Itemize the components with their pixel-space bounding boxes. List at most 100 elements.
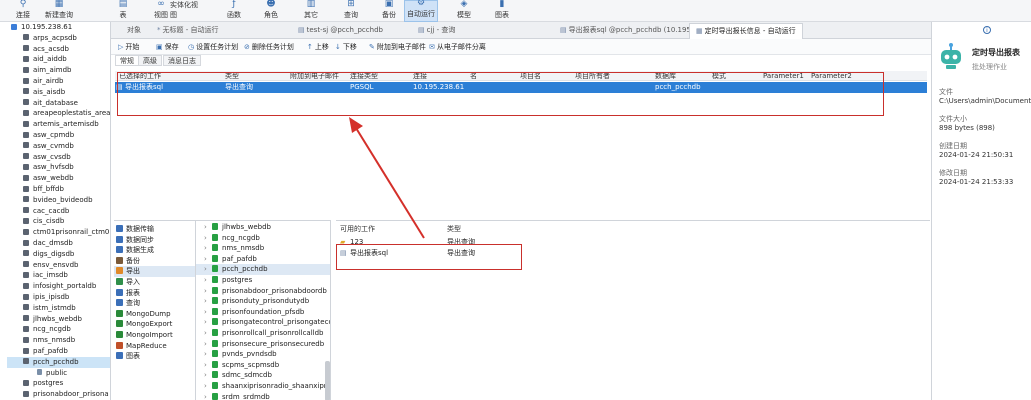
database-list-item[interactable]: › prisonduty_prisondutydb [196, 296, 330, 307]
attach-email-button[interactable]: ✎ 附加到电子邮件 [369, 39, 426, 55]
ribbon-materialized-view-button[interactable]: ∞实体化视图 [170, 0, 204, 22]
editor-tab[interactable]: * 无标题 - 自动运行 [151, 23, 224, 39]
chevron-right-icon[interactable]: › [204, 243, 212, 254]
tree-database-item[interactable]: aid_aiddb [7, 54, 110, 65]
tree-database-item[interactable]: cis_cisdb [7, 216, 110, 227]
category-item[interactable]: 导入 [114, 277, 195, 288]
database-list-item[interactable]: › prisongatecontrol_prisongatecor [196, 317, 330, 328]
tree-database-item[interactable]: ipis_ipisdb [7, 292, 110, 303]
category-item[interactable]: MongoDump [114, 309, 195, 320]
set-schedule-button[interactable]: ◷ 设置任务计划 [188, 39, 238, 55]
tree-database-item[interactable]: bff_bffdb [7, 184, 110, 195]
chevron-right-icon[interactable]: › [204, 307, 212, 318]
database-list-item[interactable]: › paf_pafdb [196, 254, 330, 265]
database-list-item[interactable]: › srdm_srdmdb [196, 392, 330, 400]
tree-database-item[interactable]: asw_hvfsdb [7, 162, 110, 173]
tree-database-item[interactable]: ncg_ncgdb [7, 324, 110, 335]
chevron-right-icon[interactable]: › [204, 328, 212, 339]
save-button[interactable]: ▣ 保存 [156, 39, 179, 55]
tree-database-item[interactable]: ctm01prisonrail_ctm01 [7, 227, 110, 238]
chevron-right-icon[interactable]: › [204, 264, 212, 275]
database-list-item[interactable]: › pvnds_pvndsdb [196, 349, 330, 360]
database-list-item[interactable]: › pcch_pcchdb [196, 264, 330, 275]
ribbon-model-button[interactable]: ◈ 模型 [447, 0, 481, 22]
tree-server-node[interactable]: 10.195.238.61 [7, 22, 110, 33]
tree-schema-item[interactable]: public [7, 368, 110, 379]
ribbon-new-query-button[interactable]: ▦ 新建查询 [42, 0, 76, 22]
category-item[interactable]: 报表 [114, 288, 195, 299]
tree-database-item[interactable]: dac_dmsdb [7, 238, 110, 249]
database-list-item[interactable]: › prisonsecure_prisonsecuredb [196, 339, 330, 350]
database-list[interactable]: › srdm_srdmdb › shaanxiprisonradio_shaanxip… [196, 220, 331, 400]
subtab[interactable]: 消息日志 [163, 55, 201, 66]
tree-database-item[interactable]: asw_cvmdb [7, 141, 110, 152]
tree-database-item[interactable]: arps_acpsdb [7, 33, 110, 44]
ribbon-connect-button[interactable]: ⚲ 连接 [6, 0, 40, 22]
database-list-item[interactable]: › postgres [196, 275, 330, 286]
category-item[interactable]: 备份 [114, 256, 195, 267]
category-item[interactable]: 导出 [114, 266, 195, 277]
ribbon-chart-button[interactable]: ▮ 图表 [485, 0, 519, 22]
chevron-right-icon[interactable]: › [204, 381, 212, 392]
database-list-scrollbar[interactable] [325, 361, 330, 400]
chevron-right-icon[interactable]: › [204, 360, 212, 371]
database-list-item[interactable]: › prisonfoundation_pfsdb [196, 307, 330, 318]
category-item[interactable]: 图表 [114, 351, 195, 362]
tree-database-item[interactable]: bvideo_bvideodb [7, 195, 110, 206]
tree-database-item[interactable]: ais_aisdb [7, 87, 110, 98]
chevron-right-icon[interactable]: › [204, 339, 212, 350]
database-list-item[interactable]: › prisonabdoor_prisonabdoordb [196, 286, 330, 297]
chevron-right-icon[interactable]: › [204, 254, 212, 265]
tree-database-item[interactable]: artemis_artemisdb [7, 119, 110, 130]
move-up-button[interactable]: ↑ 上移 [307, 39, 329, 55]
tree-database-item[interactable]: istm_istmdb [7, 303, 110, 314]
ribbon-query-button[interactable]: ⊞ 查询 [334, 0, 368, 22]
info-icon[interactable]: i [983, 26, 991, 34]
tree-database-item[interactable]: nms_nmsdb [7, 335, 110, 346]
database-list-item[interactable]: › sdmc_sdmcdb [196, 370, 330, 381]
editor-tab[interactable]: ▤ cjj - 查询 [412, 23, 461, 39]
chevron-right-icon[interactable]: › [204, 392, 212, 400]
editor-tab[interactable]: ▤ test-sj @pcch_pcchdb [292, 23, 389, 39]
category-item[interactable]: 数据传输 [114, 224, 195, 235]
tree-database-item[interactable]: ait_database [7, 98, 110, 109]
tree-database-item[interactable]: pcch_pcchdb [7, 356, 110, 368]
tree-database-item[interactable]: cac_cacdb [7, 206, 110, 217]
category-item[interactable]: MongoImport [114, 330, 195, 341]
tree-database-item[interactable]: ensv_ensvdb [7, 260, 110, 271]
move-down-button[interactable]: ↓ 下移 [335, 39, 357, 55]
tree-database-item[interactable]: postgres [7, 378, 110, 389]
tree-database-item[interactable]: prisonabdoor_prisona [7, 389, 110, 400]
chevron-right-icon[interactable]: › [204, 233, 212, 244]
chevron-right-icon[interactable]: › [204, 296, 212, 307]
tree-database-item[interactable]: areapeoplestatis_area [7, 108, 110, 119]
tree-database-item[interactable]: jlhwbs_webdb [7, 314, 110, 325]
ribbon-role-button[interactable]: ☻ 角色 [254, 0, 288, 22]
tree-database-item[interactable]: paf_pafdb [7, 346, 110, 357]
editor-tab[interactable]: 对象 [121, 23, 147, 39]
tree-database-item[interactable]: asw_cpmdb [7, 130, 110, 141]
chevron-right-icon[interactable]: › [204, 286, 212, 297]
tree-database-item[interactable]: infosight_portaldb [7, 281, 110, 292]
category-item[interactable]: MapReduce [114, 341, 195, 352]
tree-database-item[interactable]: air_airdb [7, 76, 110, 87]
category-item[interactable]: 数据同步 [114, 235, 195, 246]
chevron-right-icon[interactable]: › [204, 317, 212, 328]
category-item[interactable]: 数据生成 [114, 245, 195, 256]
database-list-item[interactable]: › scpms_scpmsdb [196, 360, 330, 371]
chevron-right-icon[interactable]: › [204, 370, 212, 381]
category-list[interactable]: 数据传输 数据同步 数据生成 备份 导出 导入 报表 查询 MongoDump MongoExpo… [114, 220, 196, 400]
connection-tree[interactable]: 10.195.238.61 arps_acpsdb acs_acsdb aid_aid… [0, 22, 111, 400]
tree-database-item[interactable]: iac_imsdb [7, 270, 110, 281]
database-list-item[interactable]: › jlhwbs_webdb [196, 222, 330, 233]
tree-database-item[interactable]: acs_acsdb [7, 44, 110, 55]
tree-database-item[interactable]: digs_digsdb [7, 249, 110, 260]
database-list-item[interactable]: › prisonrollcall_prisonrollcalldb [196, 328, 330, 339]
ribbon-automation-button[interactable]: ⚙ 自动运行 [404, 0, 438, 22]
database-list-item[interactable]: › ncg_ncgdb [196, 233, 330, 244]
chevron-right-icon[interactable]: › [204, 349, 212, 360]
detach-email-button[interactable]: ✉ 从电子邮件分离 [429, 39, 486, 55]
database-list-item[interactable]: › nms_nmsdb [196, 243, 330, 254]
tree-database-item[interactable]: asw_webdb [7, 173, 110, 184]
database-list-item[interactable]: › shaanxiprisonradio_shaanxiprisa [196, 381, 330, 392]
